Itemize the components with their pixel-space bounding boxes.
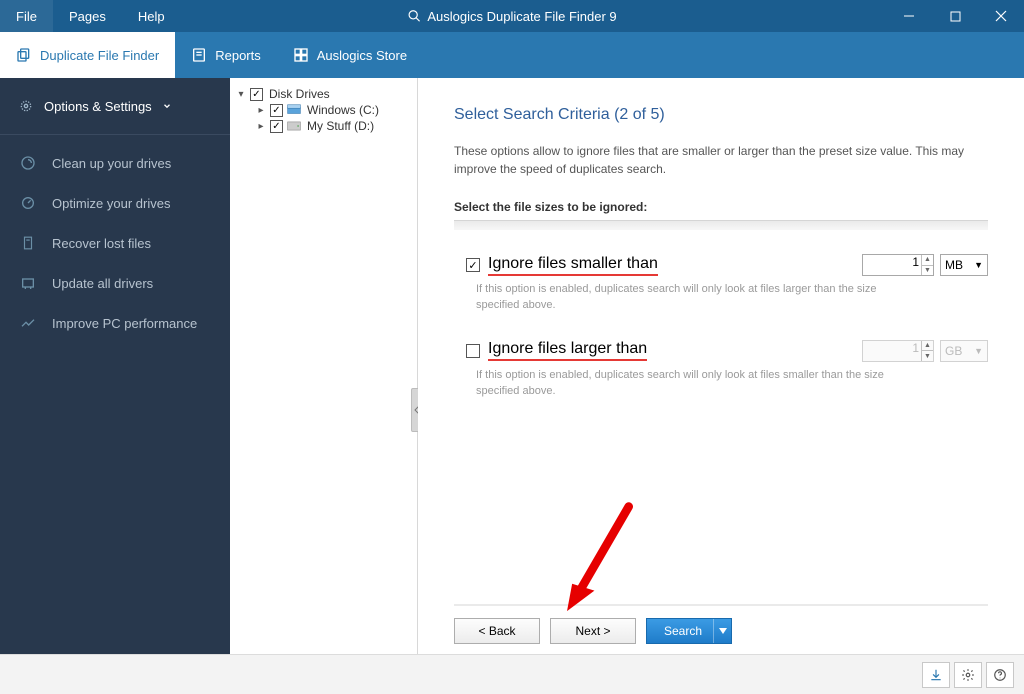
tab-auslogics-store[interactable]: Auslogics Store: [277, 32, 423, 78]
chevron-down-icon: [162, 101, 172, 111]
spin-down-icon: ▼: [921, 351, 933, 361]
title-bar: File Pages Help Auslogics Duplicate File…: [0, 0, 1024, 32]
status-settings-button[interactable]: [954, 662, 982, 688]
help-icon: [993, 668, 1007, 682]
wizard-content: Select Search Criteria (2 of 5) These op…: [418, 78, 1024, 654]
recover-icon: [21, 235, 35, 251]
sidebar-item-improve-performance[interactable]: Improve PC performance: [0, 303, 230, 343]
checkbox[interactable]: ✓: [270, 104, 283, 117]
store-icon: [293, 47, 309, 63]
drive-icon: [287, 121, 301, 131]
ignore-smaller-unit-select[interactable]: MB ▼: [940, 254, 988, 276]
ignore-smaller-label: Ignore files smaller than: [488, 255, 658, 276]
ribbon-tabs: Duplicate File Finder Reports Auslogics …: [0, 32, 1024, 78]
gear-icon: [961, 668, 975, 682]
wizard-button-bar: < Back Next > Search: [454, 604, 988, 654]
maximize-button[interactable]: [932, 0, 978, 32]
ignore-larger-value-input[interactable]: 1 ▲▼: [862, 340, 934, 362]
app-title: Auslogics Duplicate File Finder 9: [407, 9, 616, 24]
ignore-larger-checkbox[interactable]: [466, 344, 480, 358]
menu-pages[interactable]: Pages: [53, 0, 122, 32]
spin-up-icon: ▲: [921, 255, 933, 266]
sidebar-item-recover-files[interactable]: Recover lost files: [0, 223, 230, 263]
status-download-button[interactable]: [922, 662, 950, 688]
section-divider: [454, 220, 988, 230]
ignore-larger-label: Ignore files larger than: [488, 340, 647, 361]
section-label: Select the file sizes to be ignored:: [454, 200, 988, 214]
sidebar: Options & Settings Clean up your drives …: [0, 78, 230, 654]
sidebar-item-optimize-drives[interactable]: Optimize your drives: [0, 183, 230, 223]
download-icon: [929, 668, 943, 682]
performance-icon: [20, 315, 36, 331]
sidebar-item-label: Clean up your drives: [52, 156, 171, 171]
annotation-arrow-icon: [558, 498, 648, 618]
search-split-dropdown[interactable]: [713, 619, 731, 643]
chevron-down-icon: [719, 627, 727, 635]
sidebar-item-label: Update all drivers: [52, 276, 153, 291]
menu-file[interactable]: File: [0, 0, 53, 32]
sidebar-item-label: Improve PC performance: [52, 316, 197, 331]
chevron-down-icon: ▼: [974, 346, 983, 356]
sidebar-item-label: Optimize your drives: [52, 196, 170, 211]
close-button[interactable]: [978, 0, 1024, 32]
page-heading: Select Search Criteria (2 of 5): [454, 106, 988, 124]
drive-icon: [287, 104, 301, 116]
ignore-smaller-checkbox[interactable]: ✓: [466, 258, 480, 272]
duplicate-icon: [16, 47, 32, 63]
tree-node-windows-c[interactable]: ▸ ✓ Windows (C:): [236, 102, 411, 118]
tab-duplicate-file-finder[interactable]: Duplicate File Finder: [0, 32, 175, 78]
sidebar-item-update-drivers[interactable]: Update all drivers: [0, 263, 230, 303]
drive-tree-panel: ▾ ✓ Disk Drives ▸ ✓ Windows (C:) ▸ ✓ My …: [230, 78, 418, 654]
caret-down-icon[interactable]: ▾: [236, 89, 246, 100]
ignore-larger-help: If this option is enabled, duplicates se…: [454, 368, 914, 400]
spin-up-icon: ▲: [921, 341, 933, 352]
magnifier-icon: [407, 9, 421, 23]
caret-right-icon[interactable]: ▸: [256, 105, 266, 116]
spin-down-icon: ▼: [921, 266, 933, 276]
caret-right-icon[interactable]: ▸: [256, 121, 266, 132]
reports-icon: [191, 47, 207, 63]
back-button[interactable]: < Back: [454, 618, 540, 644]
menu-help[interactable]: Help: [122, 0, 181, 32]
ignore-smaller-help: If this option is enabled, duplicates se…: [454, 282, 914, 314]
tree-node-mystuff-d[interactable]: ▸ ✓ My Stuff (D:): [236, 118, 411, 134]
ignore-larger-unit-select[interactable]: GB ▼: [940, 340, 988, 362]
status-help-button[interactable]: [986, 662, 1014, 688]
options-and-settings[interactable]: Options & Settings: [0, 78, 230, 135]
search-button[interactable]: Search: [646, 618, 732, 644]
spinner[interactable]: ▲▼: [921, 255, 933, 275]
main-split: Options & Settings Clean up your drives …: [0, 78, 1024, 654]
tree-root-disk-drives[interactable]: ▾ ✓ Disk Drives: [236, 86, 411, 102]
checkbox[interactable]: ✓: [270, 120, 283, 133]
status-bar: [0, 654, 1024, 694]
cleanup-icon: [20, 155, 36, 171]
minimize-button[interactable]: [886, 0, 932, 32]
next-button[interactable]: Next >: [550, 618, 636, 644]
update-icon: [20, 275, 36, 291]
spinner[interactable]: ▲▼: [921, 341, 933, 361]
sidebar-item-clean-drives[interactable]: Clean up your drives: [0, 143, 230, 183]
tab-reports[interactable]: Reports: [175, 32, 277, 78]
sidebar-item-label: Recover lost files: [52, 236, 151, 251]
ignore-smaller-value-input[interactable]: 1 ▲▼: [862, 254, 934, 276]
optimize-icon: [20, 195, 36, 211]
page-description: These options allow to ignore files that…: [454, 142, 974, 178]
gear-icon: [18, 98, 34, 114]
checkbox[interactable]: ✓: [250, 88, 263, 101]
chevron-down-icon: ▼: [974, 260, 983, 270]
